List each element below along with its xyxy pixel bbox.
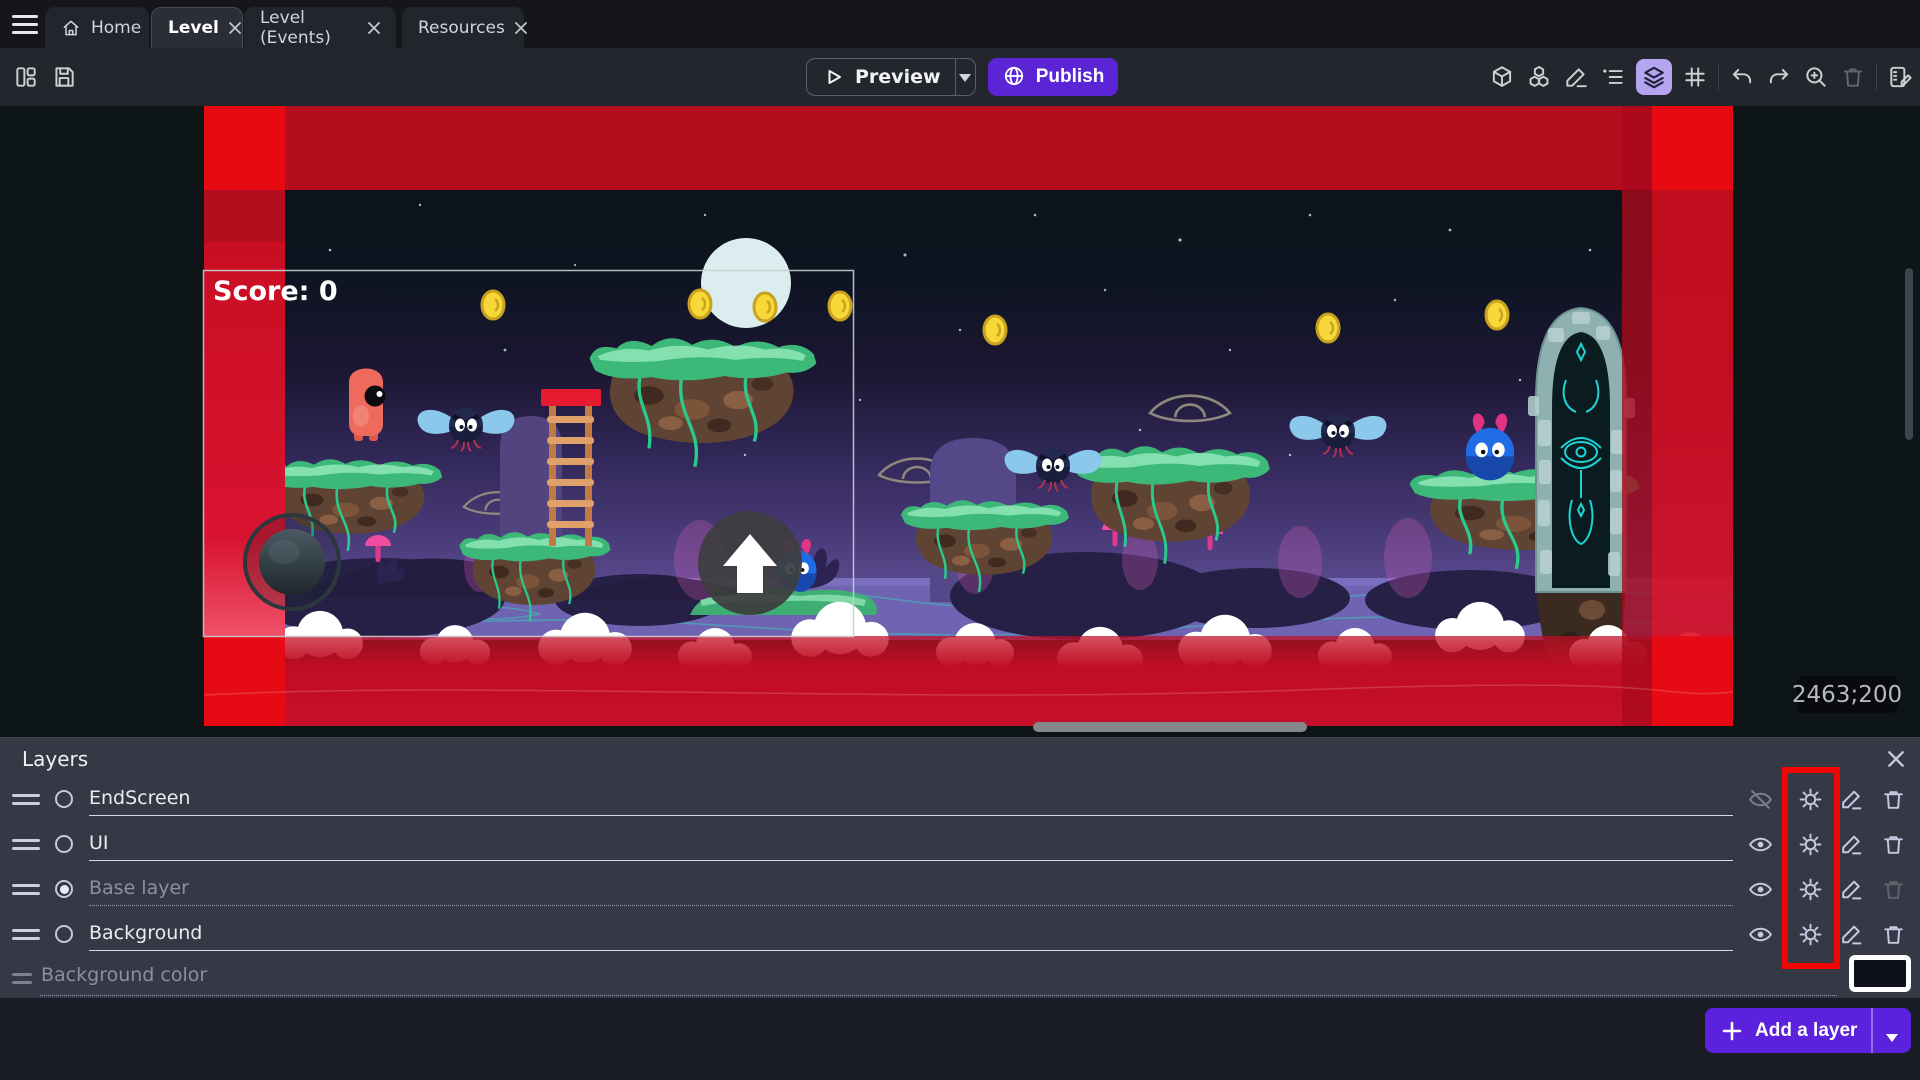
zoom-in-icon[interactable] [1802, 63, 1830, 91]
object-groups-icon[interactable] [1525, 63, 1553, 91]
layer-row: UI [0, 824, 1920, 864]
tab-resources[interactable]: Resources [402, 7, 524, 48]
trash-icon[interactable] [1839, 63, 1867, 91]
edit-pencil-icon[interactable] [1837, 785, 1865, 813]
background-color-underline [40, 995, 1837, 996]
close-icon[interactable] [229, 22, 241, 34]
play-icon [821, 65, 845, 89]
tab-home[interactable]: Home [45, 7, 149, 48]
arch-portal [1528, 308, 1635, 592]
publish-label: Publish [1036, 66, 1105, 88]
layer-select-radio[interactable] [55, 835, 73, 853]
close-icon[interactable] [515, 22, 527, 34]
drag-handle-icon [12, 970, 32, 986]
player-character [349, 369, 386, 442]
drag-handle-icon[interactable] [12, 836, 40, 852]
background-color-swatch[interactable] [1849, 955, 1911, 992]
scene-canvas[interactable]: Score: 0 2463;200 [0, 106, 1920, 737]
layers-icon[interactable] [1636, 59, 1672, 95]
edit-scene-icon[interactable] [1562, 63, 1590, 91]
tab-bar: Home Level Level (Events) Resources [0, 0, 1920, 48]
object-cube-icon[interactable] [1488, 63, 1516, 91]
level-render: Score: 0 2463;200 [0, 106, 1920, 737]
scene-properties-icon[interactable] [1886, 63, 1914, 91]
layer-row: Base layer [0, 869, 1920, 909]
panels-icon[interactable] [12, 63, 40, 91]
background-color-row: Background color [0, 960, 1920, 996]
edit-pencil-icon[interactable] [1837, 875, 1865, 903]
layer-select-radio[interactable] [55, 880, 73, 898]
drag-handle-icon[interactable] [12, 881, 40, 897]
add-layer-dropdown-icon[interactable] [1873, 1014, 1911, 1048]
close-icon[interactable] [1884, 748, 1908, 772]
save-icon[interactable] [50, 63, 78, 91]
trash-icon [1879, 875, 1907, 903]
layer-name-field[interactable]: Background [89, 916, 1733, 951]
edit-pencil-icon[interactable] [1837, 920, 1865, 948]
tab-label: Level [168, 18, 219, 38]
layers-panel: Layers EndScreen UI Base layer Backgroun… [0, 737, 1920, 998]
jump-button-object[interactable] [698, 511, 802, 615]
publish-button[interactable]: Publish [988, 58, 1118, 96]
trash-icon[interactable] [1879, 920, 1907, 948]
moon [701, 238, 791, 328]
tab-level-events[interactable]: Level (Events) [244, 7, 396, 48]
coordinates-badge: 2463;200 [1792, 676, 1902, 713]
undo-icon[interactable] [1728, 63, 1756, 91]
edit-pencil-icon[interactable] [1837, 830, 1865, 858]
instances-list-icon[interactable] [1599, 63, 1627, 91]
svg-text:2463;200: 2463;200 [1792, 682, 1902, 708]
visibility-eye-icon[interactable] [1746, 920, 1774, 948]
layer-name-field[interactable]: EndScreen [89, 781, 1733, 816]
globe-icon [1002, 64, 1026, 91]
trash-icon[interactable] [1879, 830, 1907, 858]
lighting-sun-icon[interactable] [1796, 875, 1824, 903]
layer-name-field[interactable]: Base layer [89, 871, 1733, 906]
vertical-scrollbar[interactable] [1905, 268, 1913, 440]
visibility-eye-icon[interactable] [1746, 830, 1774, 858]
drag-handle-icon[interactable] [12, 926, 40, 942]
layer-select-radio[interactable] [55, 790, 73, 808]
layer-row: Background [0, 914, 1920, 954]
layer-name-field[interactable]: UI [89, 826, 1733, 861]
score-text-object[interactable]: Score: 0 [213, 276, 338, 307]
joystick-object[interactable] [245, 515, 339, 609]
tab-label: Level (Events) [260, 8, 358, 48]
preview-dropdown-icon[interactable] [955, 67, 975, 88]
tab-label: Resources [418, 18, 505, 38]
tab-label: Home [91, 18, 141, 38]
main-menu-icon[interactable] [12, 9, 46, 39]
close-icon[interactable] [368, 22, 380, 34]
panel-title: Layers [22, 747, 88, 771]
lighting-sun-icon[interactable] [1796, 830, 1824, 858]
background-color-label: Background color [41, 964, 207, 986]
trash-icon[interactable] [1879, 785, 1907, 813]
preview-button[interactable]: Preview [806, 58, 976, 96]
add-layer-label: Add a layer [1755, 1020, 1857, 1042]
grid-icon[interactable] [1681, 63, 1709, 91]
layer-select-radio[interactable] [55, 925, 73, 943]
redo-icon[interactable] [1765, 63, 1793, 91]
layer-row: EndScreen [0, 779, 1920, 819]
preview-label: Preview [855, 66, 941, 88]
drag-handle-icon[interactable] [12, 791, 40, 807]
tab-level[interactable]: Level [151, 7, 243, 48]
plus-icon [1721, 1020, 1743, 1042]
visibility-off-icon[interactable] [1746, 785, 1774, 813]
visibility-eye-icon[interactable] [1746, 875, 1774, 903]
toolbar: Preview Publish [0, 48, 1920, 106]
add-layer-button[interactable]: Add a layer [1705, 1008, 1911, 1053]
lighting-sun-icon[interactable] [1796, 920, 1824, 948]
home-icon [61, 18, 81, 38]
lighting-sun-icon[interactable] [1796, 785, 1824, 813]
horizontal-scrollbar[interactable] [1033, 722, 1307, 732]
